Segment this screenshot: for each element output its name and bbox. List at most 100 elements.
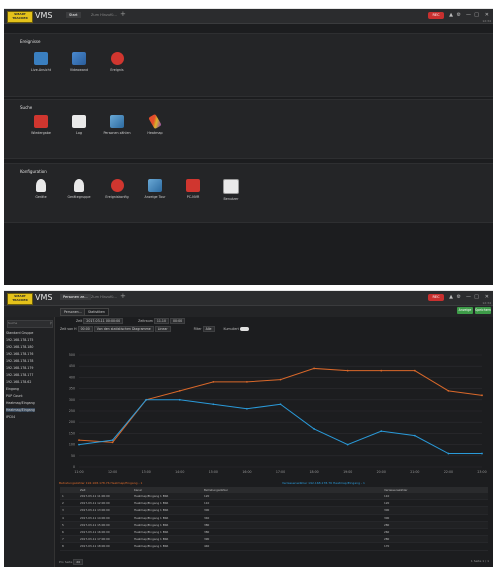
add-tab-icon[interactable]: + — [120, 292, 126, 300]
tree-item[interactable]: 192.168.178.178 — [6, 359, 33, 363]
table-cell: 4 — [62, 515, 64, 520]
search-placeholder: Suche — [8, 321, 18, 325]
tab-people-count[interactable]: Personen ze... — [60, 294, 91, 300]
data-point — [346, 369, 349, 372]
user-icon[interactable]: ▲ — [449, 294, 453, 300]
y-tick-label: 200 — [69, 420, 75, 424]
clock-label: 12:34 — [482, 19, 491, 23]
tile-heatmap[interactable]: Heatmap — [140, 113, 170, 135]
pagination[interactable]: 1 Seite 1 / 1 — [471, 559, 489, 563]
page-size-select[interactable]: 20 — [73, 559, 84, 565]
tile-device-group[interactable]: Gerätegruppe — [64, 179, 94, 199]
range-time-input[interactable]: 00:00 — [170, 318, 186, 324]
tree-item[interactable]: 192.168.178.180 — [6, 345, 33, 349]
minimize-icon[interactable]: — — [466, 12, 471, 18]
chart-type-select[interactable]: Von den statistischen Diagramme — [93, 326, 154, 332]
range-date-input[interactable]: 11.10 — [153, 318, 169, 324]
x-tick-label: 14:00 — [175, 470, 184, 474]
table-row[interactable]: 6 2017-03-11 16:00:00 Heatmap/Eingang 1 BS… — [60, 529, 488, 537]
maximize-icon[interactable]: □ — [474, 12, 479, 18]
data-point — [447, 389, 450, 392]
tab-start[interactable]: Start — [66, 12, 81, 18]
time-from-input[interactable]: 2017-03-11 00:00:00 — [83, 318, 124, 324]
maximize-icon[interactable]: □ — [474, 294, 479, 300]
section-events: Ereignisse Live-Ansicht Videowand Ereign… — [4, 33, 493, 97]
cumulative-toggle[interactable] — [239, 327, 249, 331]
y-tick-label: 500 — [69, 353, 75, 357]
tile-playback[interactable]: Wiedergabe — [26, 115, 56, 135]
search-input[interactable]: Suche ⚲ — [7, 320, 53, 328]
tile-devices[interactable]: Geräte — [26, 179, 56, 199]
gear-icon[interactable]: ⚙ — [457, 294, 461, 300]
minimize-icon[interactable]: — — [466, 294, 471, 300]
record-badge[interactable]: REC — [428, 294, 444, 301]
section-title: Konfiguration — [20, 169, 47, 174]
add-tab-icon[interactable]: + — [120, 10, 126, 18]
close-icon[interactable]: ✕ — [485, 294, 489, 300]
tree-item[interactable]: 192.168.178.179 — [6, 366, 33, 370]
tree-item[interactable]: PUP Count — [6, 394, 23, 398]
tile-event[interactable]: Ereignis — [102, 52, 132, 72]
table-row[interactable]: 5 2017-03-11 15:00:00 Heatmap/Eingang 1 BS… — [60, 521, 488, 529]
app-logo: SMART TRACKER — [7, 11, 33, 23]
table-cell: 260 — [384, 529, 390, 534]
tree-item[interactable]: Heatmap/Eingang — [6, 408, 35, 412]
x-tick-label: 21:00 — [410, 470, 419, 474]
tile-tour[interactable]: Anzeige Tour — [140, 179, 170, 199]
logo-line-2: TRACKER — [12, 298, 28, 302]
save-button[interactable]: Speichern — [475, 307, 491, 314]
table-row[interactable]: 2 2017-03-11 12:00:00 Heatmap/Eingang 1 BS… — [60, 500, 488, 508]
tree-item[interactable]: 192.168.178.175 — [6, 338, 33, 342]
table-cell: Heatmap/Eingang 1 BSR — [134, 544, 169, 549]
close-icon[interactable]: ✕ — [485, 12, 489, 18]
subtab-statistics[interactable]: Statistiken — [84, 308, 109, 316]
data-point — [313, 428, 315, 430]
display-button[interactable]: Anzeige — [457, 307, 473, 314]
tab-add[interactable]: Zum Hinzufü... — [88, 12, 120, 18]
data-point — [279, 378, 282, 381]
section-title: Suche — [20, 105, 33, 110]
tile-live-view[interactable]: Live-Ansicht — [26, 52, 56, 72]
table-cell: 120 — [204, 494, 210, 498]
data-point — [145, 398, 148, 401]
table-row[interactable]: 3 2017-03-11 13:00:00 Heatmap/Eingang 1 BS… — [60, 507, 488, 515]
page-size: Pro Seite 20 — [59, 559, 84, 565]
gear-icon[interactable]: ⚙ — [457, 12, 461, 18]
tile-event-config[interactable]: Ereigniskonfig — [102, 179, 132, 199]
table-cell: 2017-03-11 11:00:00 — [80, 494, 110, 498]
record-badge[interactable]: REC — [428, 12, 444, 19]
tile-people-count[interactable]: Personen zählen — [102, 115, 132, 135]
time-from-hour-label: Zeit von H — [60, 327, 77, 331]
subtab-people[interactable]: Personen... — [60, 308, 86, 316]
hour-input[interactable]: 00:00 — [77, 326, 93, 332]
tree-item[interactable]: Heatmap/Eingang — [6, 401, 35, 405]
tile-video-wall[interactable]: Videowand — [64, 52, 94, 72]
tree-item[interactable]: Eingang — [6, 387, 19, 391]
table-row[interactable]: 1 2017-03-11 11:00:00 Heatmap/Eingang 1 BS… — [60, 493, 488, 501]
table-cell: 110 — [384, 494, 390, 498]
x-tick-label: 18:00 — [309, 470, 318, 474]
tile-user[interactable]: Benutzer — [216, 179, 246, 201]
table-row[interactable]: 7 2017-03-11 17:00:00 Heatmap/Eingang 1 BS… — [60, 536, 488, 544]
tree-item[interactable]: 192.168.178.177 — [6, 373, 33, 377]
table-row[interactable]: 8 2017-03-11 18:00:00 Heatmap/Eingang 1 BS… — [60, 543, 488, 551]
tree-item[interactable]: 192.168.178.176 — [6, 352, 33, 356]
tree-item[interactable]: 192.168.178.62 — [6, 380, 31, 384]
tab-add[interactable]: Zum Hinzufü... — [88, 294, 120, 300]
device-icon — [36, 179, 46, 192]
table-cell: 2017-03-11 12:00:00 — [80, 501, 110, 506]
tree-item[interactable]: Standard Gruppe — [6, 331, 33, 335]
scale-select[interactable]: Linear — [154, 326, 171, 332]
sub-tab-bar: Personen... Statistiken — [4, 306, 493, 317]
search-icon[interactable]: ⚲ — [50, 321, 52, 325]
user-icon[interactable]: ▲ — [449, 12, 453, 18]
tile-label: Ereigniskonfig — [105, 195, 129, 199]
camera-icon — [34, 52, 48, 65]
table-row[interactable]: 4 2017-03-11 14:00:00 Heatmap/Eingang 1 BS… — [60, 515, 488, 522]
tile-pc-nvr[interactable]: PC-NVR — [178, 179, 208, 199]
tree-item[interactable]: IPC04 — [6, 415, 15, 419]
filter-select[interactable]: Alle — [202, 326, 215, 332]
x-tick-label: 23:00 — [477, 470, 486, 474]
tile-log[interactable]: Log — [64, 115, 94, 135]
x-tick-label: 22:00 — [444, 470, 453, 474]
